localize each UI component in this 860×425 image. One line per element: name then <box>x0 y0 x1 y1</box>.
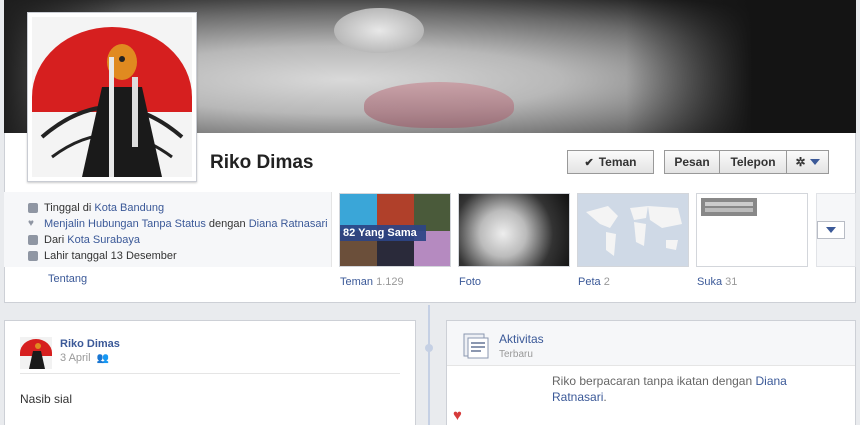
more-sections-button[interactable] <box>817 221 845 239</box>
likes-label[interactable]: Suka 31 <box>697 276 737 288</box>
friends-label-text[interactable]: Teman <box>340 276 373 288</box>
world-map-art <box>586 206 682 256</box>
map-count: 2 <box>603 276 610 288</box>
photos-thumbnail[interactable] <box>458 193 570 267</box>
likes-thumbnail[interactable] <box>696 193 808 267</box>
post-separator <box>20 373 400 374</box>
friends-thumbnail[interactable]: 82 Yang Sama <box>339 193 451 267</box>
more-sections <box>816 193 856 267</box>
likes-logo-art <box>701 198 757 216</box>
calendar-icon <box>28 251 38 261</box>
message-button[interactable]: Pesan <box>664 150 720 174</box>
about-link[interactable]: Tentang <box>48 273 87 285</box>
house-icon <box>28 235 38 245</box>
map-thumbnail[interactable] <box>577 193 689 267</box>
likes-label-text[interactable]: Suka <box>697 276 722 288</box>
mutual-friends-badge[interactable]: 82 Yang Sama <box>340 225 426 241</box>
relationship-with-prefix: dengan <box>208 218 246 230</box>
friends-audience-icon[interactable]: 👥 <box>97 353 109 364</box>
lives-city-link[interactable]: Kota Bandung <box>94 202 164 214</box>
cover-shadow-right <box>626 0 856 133</box>
relationship-partner-link[interactable]: Diana Ratnasari <box>249 218 328 230</box>
activity-story: Riko berpacaran tanpa ikatan dengan Dian… <box>552 373 842 405</box>
call-button[interactable]: Telepon <box>720 150 787 174</box>
likes-count: 31 <box>725 276 738 288</box>
cover-face-detail <box>334 8 424 53</box>
activity-subtitle: Terbaru <box>499 349 533 360</box>
call-button-label: Telepon <box>730 155 776 169</box>
home-icon <box>28 203 38 213</box>
map-label-text[interactable]: Peta <box>578 276 601 288</box>
info-lives-in: Tinggal di Kota Bandung <box>28 200 328 216</box>
friends-label[interactable]: Teman 1.129 <box>340 276 404 288</box>
info-from: Dari Kota Surabaya <box>28 232 328 248</box>
photos-label[interactable]: Foto <box>459 276 481 288</box>
checkmark-icon: ✔ <box>584 156 594 169</box>
lives-prefix: Tinggal di <box>44 202 92 214</box>
message-button-label: Pesan <box>674 155 710 169</box>
activity-icon <box>463 333 489 359</box>
activity-header: Aktivitas Terbaru <box>447 321 855 366</box>
friend-button[interactable]: ✔ Teman <box>567 150 654 174</box>
post-date[interactable]: 3 April <box>60 352 91 364</box>
gear-icon: ✲ <box>795 155 806 169</box>
info-birthday: Lahir tanggal 13 Desember <box>28 248 328 264</box>
heart-icon: ♥ <box>453 407 462 424</box>
post-date-row: 3 April 👥 <box>60 352 109 364</box>
timeline-dot <box>425 344 433 352</box>
post-author-name[interactable]: Riko Dimas <box>60 338 120 350</box>
from-prefix: Dari <box>44 234 65 246</box>
chevron-down-icon <box>826 227 836 233</box>
info-relationship: ♥ Menjalin Hubungan Tanpa Status dengan … <box>28 216 328 232</box>
activity-title[interactable]: Aktivitas <box>499 332 544 346</box>
birthday-text: Lahir tanggal 13 Desember <box>44 250 177 262</box>
cover-lips <box>364 82 514 128</box>
from-city-link[interactable]: Kota Surabaya <box>67 234 140 246</box>
about-info-list: Tinggal di Kota Bandung ♥ Menjalin Hubun… <box>28 200 328 264</box>
profile-page: Riko Dimas ✔ Teman Pesan Telepon ✲ Tingg… <box>0 0 860 425</box>
post-text: Nasib sial <box>20 392 73 406</box>
profile-name[interactable]: Riko Dimas <box>210 152 313 174</box>
activity-box: Aktivitas Terbaru Riko berpacaran tanpa … <box>446 320 856 425</box>
settings-dropdown-button[interactable]: ✲ <box>787 150 829 174</box>
tobi-avatar-art <box>32 17 192 177</box>
map-label[interactable]: Peta 2 <box>578 276 610 288</box>
activity-text-suffix: . <box>603 390 607 404</box>
chevron-down-icon <box>809 159 820 165</box>
activity-text-prefix: Riko berpacaran tanpa ikatan dengan <box>552 374 753 388</box>
friends-count: 1.129 <box>376 276 404 288</box>
post-author-avatar[interactable] <box>20 337 52 369</box>
timeline-spine <box>428 305 430 425</box>
heart-icon: ♥ <box>28 218 34 229</box>
profile-picture[interactable] <box>27 12 197 182</box>
profile-picture-image <box>32 17 192 177</box>
status-post: Riko Dimas 3 April 👥 Nasib sial <box>4 320 416 425</box>
photos-label-text[interactable]: Foto <box>459 276 481 288</box>
tobi-avatar-small <box>20 337 52 369</box>
friend-button-label: Teman <box>598 155 637 169</box>
relationship-status-link[interactable]: Menjalin Hubungan Tanpa Status <box>44 218 206 230</box>
